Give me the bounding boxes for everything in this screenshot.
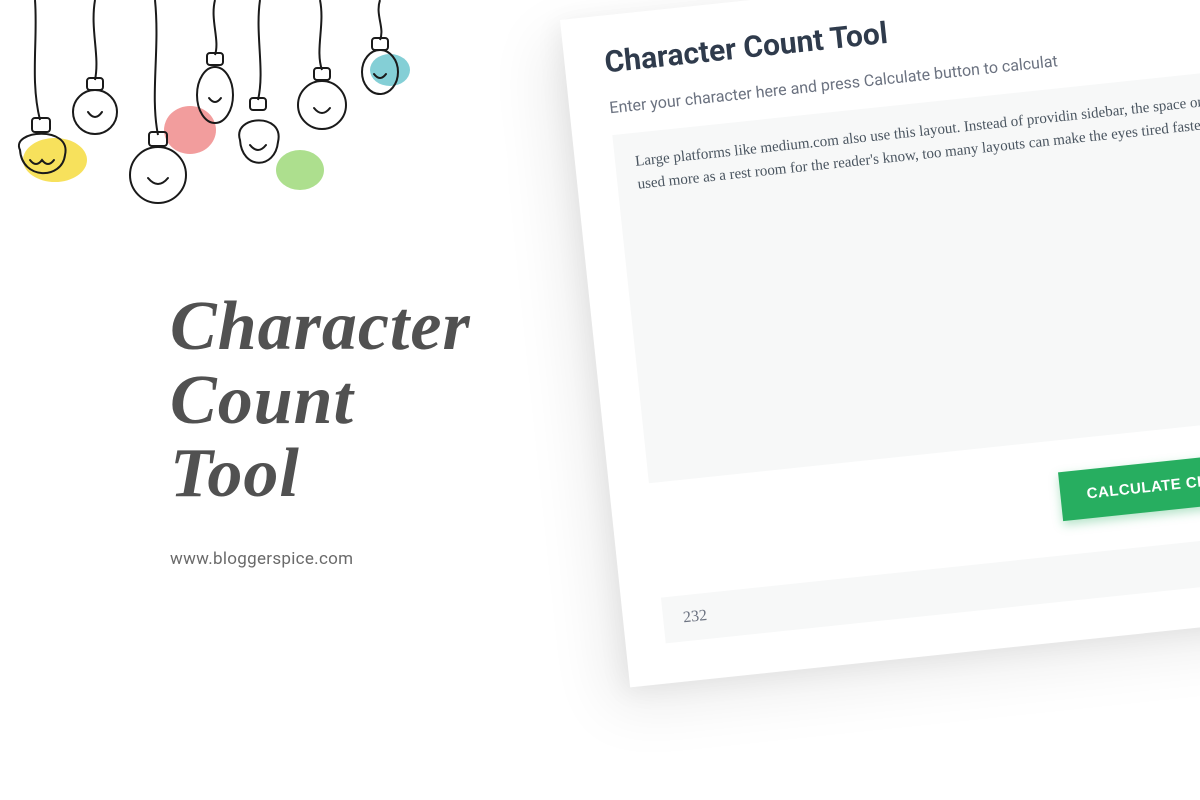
calculate-characters-button[interactable]: CALCULATE CHARACTERS xyxy=(1058,445,1200,521)
brand-title-line: Count xyxy=(170,362,354,439)
brand-title-line: Tool xyxy=(170,435,300,512)
character-input-textarea[interactable] xyxy=(612,62,1200,483)
brand-block: Character Count Tool www.bloggerspice.co… xyxy=(170,290,471,569)
tool-panel: Character Count Tool Enter your characte… xyxy=(560,0,1200,687)
lightbulbs-illustration xyxy=(0,0,440,260)
brand-url: www.bloggerspice.com xyxy=(170,549,471,569)
brand-title-line: Character xyxy=(170,288,471,365)
brand-title: Character Count Tool xyxy=(170,290,471,511)
